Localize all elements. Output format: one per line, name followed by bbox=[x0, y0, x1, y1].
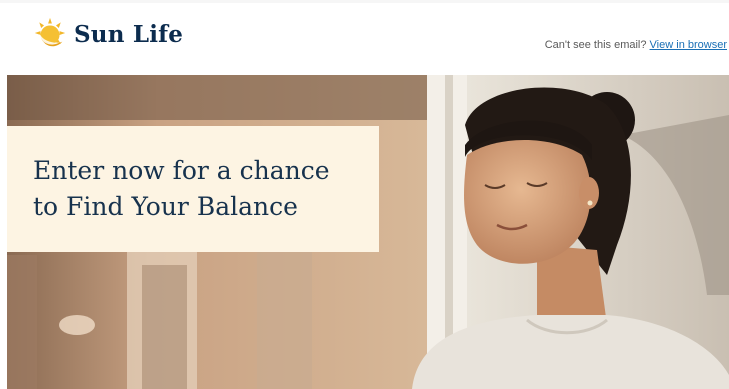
sun-life-logo[interactable]: Sun Life bbox=[31, 15, 183, 53]
email-header: Sun Life Can't see this email? View in b… bbox=[0, 3, 729, 75]
promo-headline-box: Enter now for a chance to Find Your Bala… bbox=[7, 126, 379, 252]
promo-headline: Enter now for a chance to Find Your Bala… bbox=[33, 156, 330, 221]
sun-icon bbox=[34, 17, 66, 47]
view-in-browser-link[interactable]: View in browser bbox=[650, 39, 727, 51]
cant-see-text: Can't see this email? bbox=[544, 39, 647, 51]
brand-name: Sun Life bbox=[74, 20, 184, 48]
view-in-browser-line: Can't see this email? View in browser bbox=[545, 39, 727, 51]
